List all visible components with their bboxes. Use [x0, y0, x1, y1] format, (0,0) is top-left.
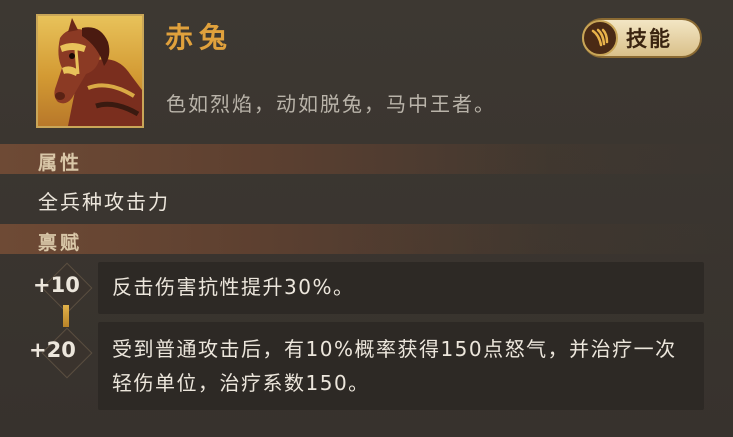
horse-info-panel: 赤兔 色如烈焰，动如脱兔，马中王者。 技能 属性 全兵种攻击力 禀赋 +10 反… [0, 0, 733, 437]
horse-name: 赤兔 [165, 21, 234, 54]
attribute-value: 全兵种攻击力 [38, 190, 170, 214]
talent-item: 受到普通攻击后，有10%概率获得150点怒气，并治疗一次轻伤单位，治疗系数150… [98, 322, 704, 410]
talent-item: 反击伤害抗性提升30%。 [98, 262, 704, 314]
attributes-header: 属性 [0, 144, 733, 174]
skill-button[interactable]: 技能 [582, 18, 702, 58]
talents-header: 禀赋 [0, 224, 733, 254]
horse-portrait [36, 14, 144, 128]
talent-connector [63, 305, 69, 327]
talents-title: 禀赋 [38, 232, 83, 254]
claw-icon [582, 20, 618, 56]
talent-text: 反击伤害抗性提升30%。 [112, 275, 355, 299]
horse-icon [54, 18, 142, 126]
skill-button-label: 技能 [626, 27, 672, 51]
talent-level: +20 [29, 338, 76, 362]
talent-text: 受到普通攻击后，有10%概率获得150点怒气，并治疗一次轻伤单位，治疗系数150… [112, 337, 677, 395]
horse-description: 色如烈焰，动如脱兔，马中王者。 [166, 92, 496, 116]
talent-level: +10 [33, 273, 80, 297]
attributes-title: 属性 [38, 152, 83, 174]
